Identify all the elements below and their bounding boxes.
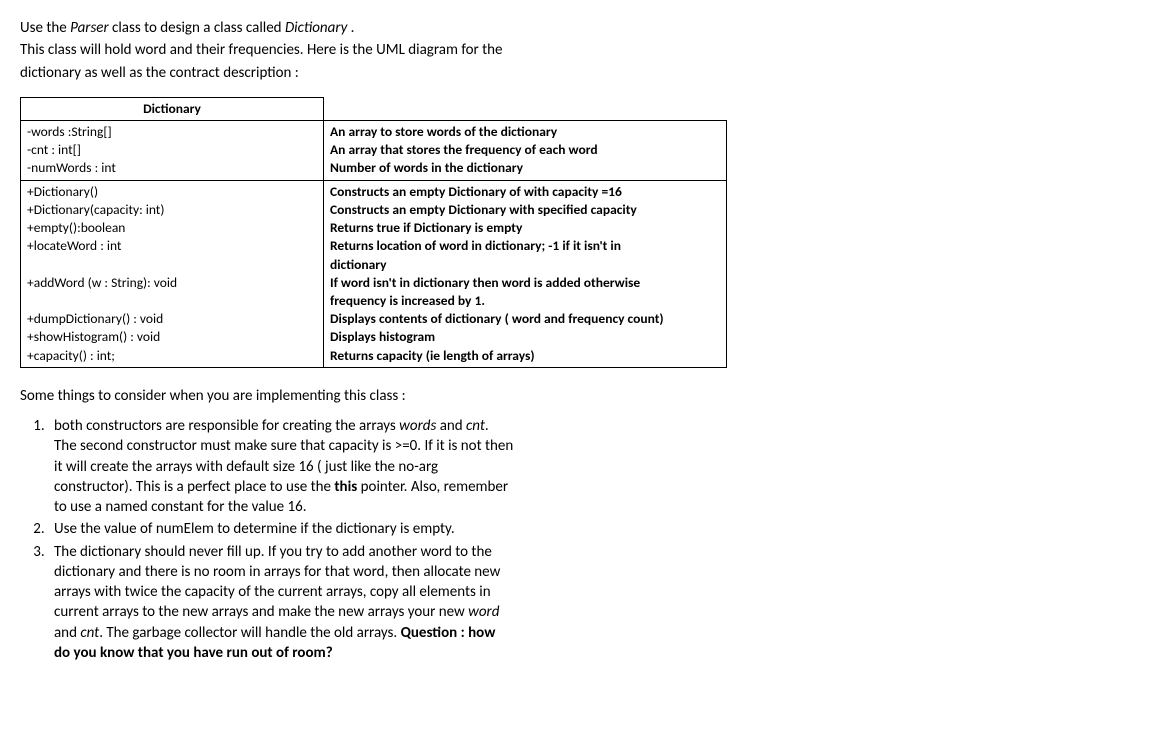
text: class to design a class called	[109, 19, 285, 37]
var-word: word	[468, 603, 499, 621]
uml-desc: An array that stores the frequency of ea…	[330, 141, 720, 159]
var-cnt: cnt	[466, 417, 485, 435]
uml-attr: -cnt : int[]	[27, 141, 317, 159]
uml-method: +Dictionary(capacity: int)	[27, 201, 317, 219]
text: The second constructor must make sure th…	[54, 436, 1132, 456]
uml-desc: Constructs an empty Dictionary of with c…	[330, 183, 720, 201]
list-item: both constructors are responsible for cr…	[48, 416, 1132, 517]
text: current arrays to the new arrays and mak…	[54, 602, 1132, 622]
text: to use a named constant for the value 16…	[54, 497, 1132, 517]
uml-method: +Dictionary()	[27, 183, 317, 201]
uml-desc: Constructs an empty Dictionary with spec…	[330, 201, 720, 219]
uml-desc: dictionary	[330, 256, 720, 274]
text: constructor). This is a perfect place to…	[54, 478, 334, 496]
text: and	[436, 417, 466, 435]
intro-line-2: This class will hold word and their freq…	[20, 40, 1132, 60]
uml-methods-desc-cell: Constructs an empty Dictionary of with c…	[324, 180, 727, 367]
text: .	[485, 417, 489, 435]
uml-desc: Returns location of word in dictionary; …	[330, 237, 720, 255]
intro-line-1: Use the Parser class to design a class c…	[20, 18, 1132, 38]
text: pointer. Also, remember	[357, 478, 508, 496]
intro-line-3: dictionary as well as the contract descr…	[20, 63, 1132, 83]
text: constructor). This is a perfect place to…	[54, 477, 1132, 497]
uml-method: +dumpDictionary() : void	[27, 310, 317, 328]
class-name-dictionary: Dictionary	[285, 19, 347, 37]
text: and cnt. The garbage collector will hand…	[54, 623, 1132, 643]
uml-desc: An array to store words of the dictionar…	[330, 123, 720, 141]
text: it will create the arrays with default s…	[54, 457, 1132, 477]
uml-method: +empty():boolean	[27, 219, 317, 237]
text: Use the	[20, 19, 70, 37]
uml-desc: Displays contents of dictionary ( word a…	[330, 310, 720, 328]
consider-heading: Some things to consider when you are imp…	[20, 386, 1132, 406]
question-label: Question : how	[401, 624, 496, 642]
text: . The garbage collector will handle the …	[99, 624, 400, 642]
uml-method: +addWord (w : String): void	[27, 274, 317, 292]
uml-attr: -numWords : int	[27, 159, 317, 177]
considerations-list: both constructors are responsible for cr…	[48, 416, 1132, 663]
list-item: Use the value of numElem to determine if…	[48, 519, 1132, 539]
var-words: words	[399, 417, 436, 435]
text: current arrays to the new arrays and mak…	[54, 603, 468, 621]
var-cnt: cnt	[80, 624, 99, 642]
uml-attributes-cell: -words :String[] -cnt : int[] -numWords …	[21, 120, 324, 180]
class-name-parser: Parser	[70, 19, 108, 37]
uml-desc: Displays histogram	[330, 328, 720, 346]
uml-method: +locateWord : int	[27, 237, 317, 255]
uml-attributes-desc-cell: An array to store words of the dictionar…	[324, 120, 727, 180]
uml-method: +capacity() : int;	[27, 347, 317, 365]
uml-table: Dictionary -words :String[] -cnt : int[]…	[20, 97, 727, 368]
uml-desc: If word isn't in dictionary then word is…	[330, 274, 720, 292]
uml-desc: frequency is increased by 1.	[330, 292, 720, 310]
question-text: do you know that you have run out of roo…	[54, 643, 1132, 663]
uml-title-cell: Dictionary	[21, 97, 324, 120]
keyword-this: this	[334, 478, 357, 496]
uml-method-blank	[27, 292, 317, 310]
text: .	[347, 19, 354, 37]
uml-methods-cell: +Dictionary() +Dictionary(capacity: int)…	[21, 180, 324, 367]
text: both constructors are responsible for cr…	[54, 417, 399, 435]
uml-attr: -words :String[]	[27, 123, 317, 141]
uml-method-blank	[27, 256, 317, 274]
uml-desc: Number of words in the dictionary	[330, 159, 720, 177]
text: and	[54, 624, 80, 642]
text: The dictionary should never fill up. If …	[54, 543, 492, 561]
list-item: The dictionary should never fill up. If …	[48, 542, 1132, 664]
intro-paragraph: Use the Parser class to design a class c…	[20, 18, 1132, 83]
uml-method: +showHistogram() : void	[27, 328, 317, 346]
text: arrays with twice the capacity of the cu…	[54, 582, 1132, 602]
uml-desc: Returns true if Dictionary is empty	[330, 219, 720, 237]
text: dictionary and there is no room in array…	[54, 562, 1132, 582]
uml-desc: Returns capacity (ie length of arrays)	[330, 347, 720, 365]
